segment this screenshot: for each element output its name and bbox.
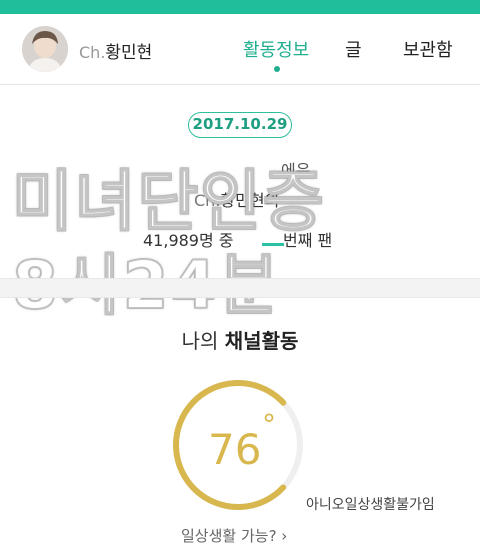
overlay-caption-line1: 미녀단인증 — [11, 162, 326, 241]
temperature-value: 76 — [208, 425, 262, 474]
daily-life-question-link[interactable]: 일상생활 가능? › — [181, 525, 287, 546]
tab-activity-info[interactable]: 활동정보 — [243, 36, 309, 62]
tab-storage[interactable]: 보관함 — [403, 36, 453, 62]
channel-header: Ch.황민현 활동정보 글 보관함 — [0, 14, 480, 85]
top-color-bar — [0, 0, 480, 14]
date-badge: 2017.10.29 — [188, 112, 292, 138]
avatar[interactable] — [22, 26, 68, 72]
dot-icon — [274, 66, 280, 72]
channel-prefix: Ch. — [79, 43, 106, 62]
channel-name[interactable]: Ch.황민현 — [79, 38, 152, 63]
degree-symbol: ° — [262, 408, 276, 441]
avatar-image — [22, 26, 68, 72]
section-divider — [0, 278, 480, 298]
gauge-label: 아니오일상생활불가임 — [306, 497, 435, 513]
channel-title: 황민현 — [105, 43, 153, 63]
section-title-bold: 채널활동 — [224, 329, 299, 353]
section-title-plain: 나의 — [181, 329, 225, 353]
section-title: 나의 채널활동 — [0, 325, 480, 354]
tab-posts[interactable]: 글 — [345, 36, 362, 62]
